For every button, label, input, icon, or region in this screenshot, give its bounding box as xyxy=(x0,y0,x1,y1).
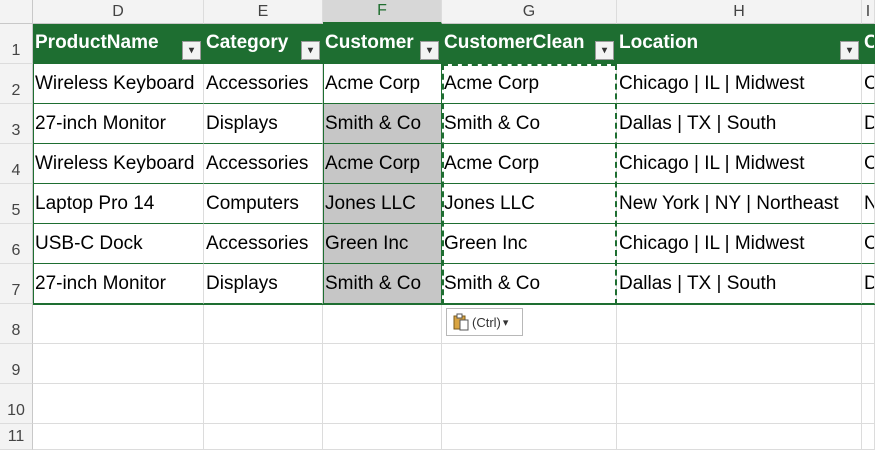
select-all-corner[interactable] xyxy=(0,0,33,24)
table-header-cell[interactable]: CustomerClean ▾ xyxy=(442,24,617,64)
table-cell[interactable]: Smith & Co xyxy=(442,104,617,144)
row-header-5[interactable]: 5 xyxy=(0,184,33,224)
table-cell[interactable]: 27-inch Monitor xyxy=(33,104,204,144)
empty-cell[interactable] xyxy=(323,424,442,450)
table-header-cell[interactable]: Category ▾ xyxy=(204,24,323,64)
table-header-cell[interactable]: C xyxy=(862,24,875,64)
table-header-label: CustomerClean xyxy=(444,31,585,53)
table-cell[interactable]: New York | NY | Northeast xyxy=(617,184,862,224)
table-cell[interactable]: D xyxy=(862,264,875,304)
table-cell[interactable]: Smith & Co xyxy=(323,104,442,144)
empty-cell[interactable] xyxy=(33,344,204,384)
table-cell[interactable]: Acme Corp xyxy=(323,144,442,184)
table-header-label: Customer xyxy=(325,31,414,53)
empty-cell[interactable] xyxy=(617,424,862,450)
table-cell[interactable]: Acme Corp xyxy=(442,64,617,104)
filter-dropdown-icon[interactable]: ▾ xyxy=(182,41,201,60)
empty-cell[interactable] xyxy=(204,304,323,344)
row-header-9[interactable]: 9 xyxy=(0,344,33,384)
row-header-2[interactable]: 2 xyxy=(0,64,33,104)
empty-cell[interactable] xyxy=(617,384,862,424)
table-header-label: C xyxy=(864,32,874,54)
table-cell[interactable]: Wireless Keyboard xyxy=(33,144,204,184)
empty-cell[interactable] xyxy=(862,344,875,384)
row-header-6[interactable]: 6 xyxy=(0,224,33,264)
empty-cell[interactable] xyxy=(862,384,875,424)
chevron-down-icon: ▾ xyxy=(502,316,509,329)
paste-options-button[interactable]: (Ctrl) ▾ xyxy=(446,308,523,336)
table-cell[interactable]: Accessories xyxy=(204,224,323,264)
clipboard-icon xyxy=(452,313,470,331)
empty-cell[interactable] xyxy=(862,304,875,344)
table-cell[interactable]: Green Inc xyxy=(442,224,617,264)
table-cell[interactable]: N xyxy=(862,184,875,224)
empty-cell[interactable] xyxy=(33,424,204,450)
table-cell[interactable]: C xyxy=(862,64,875,104)
empty-cell[interactable] xyxy=(323,384,442,424)
table-cell[interactable]: 27-inch Monitor xyxy=(33,264,204,304)
column-header-d[interactable]: D xyxy=(33,0,204,24)
table-cell[interactable]: Acme Corp xyxy=(442,144,617,184)
row-header-3[interactable]: 3 xyxy=(0,104,33,144)
table-cell[interactable]: Accessories xyxy=(204,64,323,104)
empty-cell[interactable] xyxy=(323,304,442,344)
empty-cell[interactable] xyxy=(204,344,323,384)
empty-cell[interactable] xyxy=(204,424,323,450)
empty-cell[interactable] xyxy=(204,384,323,424)
table-cell[interactable]: USB-C Dock xyxy=(33,224,204,264)
table-cell[interactable]: Dallas | TX | South xyxy=(617,104,862,144)
table-cell[interactable]: Laptop Pro 14 xyxy=(33,184,204,224)
table-cell[interactable]: Displays xyxy=(204,264,323,304)
table-cell[interactable]: D xyxy=(862,104,875,144)
column-header-f[interactable]: F xyxy=(323,0,442,24)
empty-cell[interactable] xyxy=(442,424,617,450)
empty-cell[interactable] xyxy=(442,344,617,384)
table-cell[interactable]: Smith & Co xyxy=(323,264,442,304)
empty-cell[interactable] xyxy=(862,424,875,450)
spreadsheet-grid[interactable]: DEFGHI 1 2 3 4 5 6 7 8 9 10 11 ProductName ▾ Categor… xyxy=(0,0,875,450)
empty-cell[interactable] xyxy=(617,344,862,384)
table-header-label: Category xyxy=(206,31,289,53)
table-cell[interactable]: Acme Corp xyxy=(323,64,442,104)
row-header-11[interactable]: 11 xyxy=(0,424,33,450)
table-cell[interactable]: C xyxy=(862,144,875,184)
filter-dropdown-icon[interactable]: ▾ xyxy=(420,41,439,60)
row-header-7[interactable]: 7 xyxy=(0,264,33,304)
empty-cell[interactable] xyxy=(617,304,862,344)
table-cell[interactable]: Computers xyxy=(204,184,323,224)
paste-options-label: (Ctrl) xyxy=(472,314,501,330)
table-cell[interactable]: Dallas | TX | South xyxy=(617,264,862,304)
filter-dropdown-icon[interactable]: ▾ xyxy=(840,41,859,60)
table-cell[interactable]: C xyxy=(862,224,875,264)
empty-cell[interactable] xyxy=(33,384,204,424)
table-header-cell[interactable]: ProductName ▾ xyxy=(33,24,204,64)
column-header-g[interactable]: G xyxy=(442,0,617,24)
empty-cell[interactable] xyxy=(442,384,617,424)
table-cell[interactable]: Chicago | IL | Midwest xyxy=(617,64,862,104)
table-header-cell[interactable]: Location ▾ xyxy=(617,24,862,64)
empty-cell[interactable] xyxy=(33,304,204,344)
table-cell[interactable]: Smith & Co xyxy=(442,264,617,304)
row-header-4[interactable]: 4 xyxy=(0,144,33,184)
row-header-8[interactable]: 8 xyxy=(0,304,33,344)
column-header-h[interactable]: H xyxy=(617,0,862,24)
row-header-1[interactable]: 1 xyxy=(0,24,33,64)
table-header-label: ProductName xyxy=(35,31,159,53)
column-header-e[interactable]: E xyxy=(204,0,323,24)
table-cell[interactable]: Chicago | IL | Midwest xyxy=(617,144,862,184)
table-cell[interactable]: Chicago | IL | Midwest xyxy=(617,224,862,264)
column-header-i[interactable]: I xyxy=(862,0,875,24)
table-cell[interactable]: Accessories xyxy=(204,144,323,184)
table-cell[interactable]: Green Inc xyxy=(323,224,442,264)
table-cell[interactable]: Jones LLC xyxy=(323,184,442,224)
table-header-cell[interactable]: Customer ▾ xyxy=(323,24,442,64)
empty-cell[interactable] xyxy=(323,344,442,384)
table-header-label: Location xyxy=(619,31,699,53)
table-cell[interactable]: Displays xyxy=(204,104,323,144)
table-cell[interactable]: Jones LLC xyxy=(442,184,617,224)
filter-dropdown-icon[interactable]: ▾ xyxy=(301,41,320,60)
filter-dropdown-icon[interactable]: ▾ xyxy=(595,41,614,60)
table-cell[interactable]: Wireless Keyboard xyxy=(33,64,204,104)
row-header-10[interactable]: 10 xyxy=(0,384,33,424)
